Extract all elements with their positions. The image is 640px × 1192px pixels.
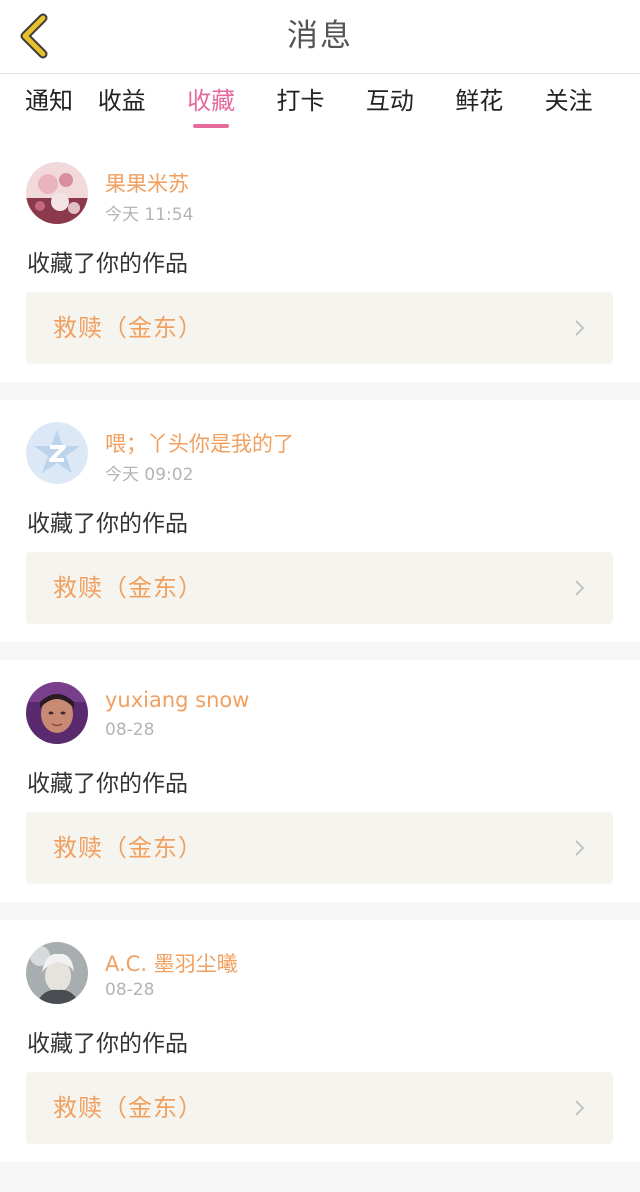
chevron-right-icon <box>575 320 585 336</box>
work-link[interactable]: 救赎（金东） <box>26 1072 613 1144</box>
tab-label: 收益 <box>97 87 146 115</box>
tab-earnings[interactable]: 收益 <box>77 74 166 140</box>
tab-checkin[interactable]: 打卡 <box>256 74 345 140</box>
work-title: 救赎（金东） <box>53 1094 203 1122</box>
work-title: 救赎（金东） <box>53 314 203 342</box>
notification-card: 果果米苏 今天 11:54 收藏了你的作品 救赎（金东） <box>0 140 640 382</box>
chevron-right-icon <box>575 1100 585 1116</box>
tab-favorites[interactable]: 收藏 <box>166 74 255 140</box>
tab-flowers[interactable]: 鲜花 <box>435 74 524 140</box>
header: 消息 <box>0 0 640 74</box>
avatar[interactable] <box>26 682 88 744</box>
tab-label: 收藏 <box>187 87 236 115</box>
timestamp: 08-28 <box>105 980 155 1000</box>
username[interactable]: yuxiang snow <box>105 688 249 712</box>
avatar[interactable] <box>26 942 88 1004</box>
work-link[interactable]: 救赎（金东） <box>26 812 613 884</box>
chevron-right-icon <box>575 840 585 856</box>
work-title: 救赎（金东） <box>53 574 203 602</box>
timestamp: 今天 09:02 <box>105 465 194 485</box>
default-star-avatar-icon <box>26 422 88 484</box>
page-title: 消息 <box>287 18 353 54</box>
username[interactable]: 喂；丫头你是我的了 <box>105 428 294 458</box>
work-link[interactable]: 救赎（金东） <box>26 292 613 364</box>
timestamp: 08-28 <box>105 720 155 740</box>
timestamp: 今天 11:54 <box>105 205 194 225</box>
username[interactable]: 果果米苏 <box>105 168 189 198</box>
chevron-right-icon <box>575 580 585 596</box>
tab-interaction[interactable]: 互动 <box>345 74 434 140</box>
tab-follow[interactable]: 关注 <box>524 74 613 140</box>
username[interactable]: A.C. 墨羽尘曦 <box>105 948 238 978</box>
tab-label: 互动 <box>365 87 414 115</box>
tab-label: 关注 <box>544 87 593 115</box>
person-photo-avatar-icon <box>26 682 88 744</box>
work-link[interactable]: 救赎（金东） <box>26 552 613 624</box>
work-title: 救赎（金东） <box>53 834 203 862</box>
notification-card: yuxiang snow 08-28 收藏了你的作品 救赎（金东） <box>0 660 640 902</box>
action-text: 收藏了你的作品 <box>27 1031 188 1057</box>
notification-card: A.C. 墨羽尘曦 08-28 收藏了你的作品 救赎（金东） <box>0 920 640 1162</box>
tab-label: 打卡 <box>276 87 325 115</box>
tab-label: 通知 <box>25 87 73 115</box>
active-tab-indicator <box>193 124 230 128</box>
tab-label: 鲜花 <box>455 87 504 115</box>
notification-list: 果果米苏 今天 11:54 收藏了你的作品 救赎（金东） 喂；丫头你是我的了 今… <box>0 140 640 1162</box>
notification-card: 喂；丫头你是我的了 今天 09:02 收藏了你的作品 救赎（金东） <box>0 400 640 642</box>
anime-photo-avatar-icon <box>26 942 88 1004</box>
avatar[interactable] <box>26 422 88 484</box>
action-text: 收藏了你的作品 <box>27 771 188 797</box>
floral-photo-avatar-icon <box>26 162 88 224</box>
tab-bar: 通知 收益 收藏 打卡 互动 鲜花 关注 <box>0 74 640 140</box>
action-text: 收藏了你的作品 <box>27 511 188 537</box>
tab-notifications[interactable]: 通知 <box>25 74 77 140</box>
action-text: 收藏了你的作品 <box>27 251 188 277</box>
messages-page: 消息 通知 收益 收藏 打卡 互动 鲜花 关注 果果米苏 今天 11:54 收藏… <box>0 0 640 1192</box>
avatar[interactable] <box>26 162 88 224</box>
